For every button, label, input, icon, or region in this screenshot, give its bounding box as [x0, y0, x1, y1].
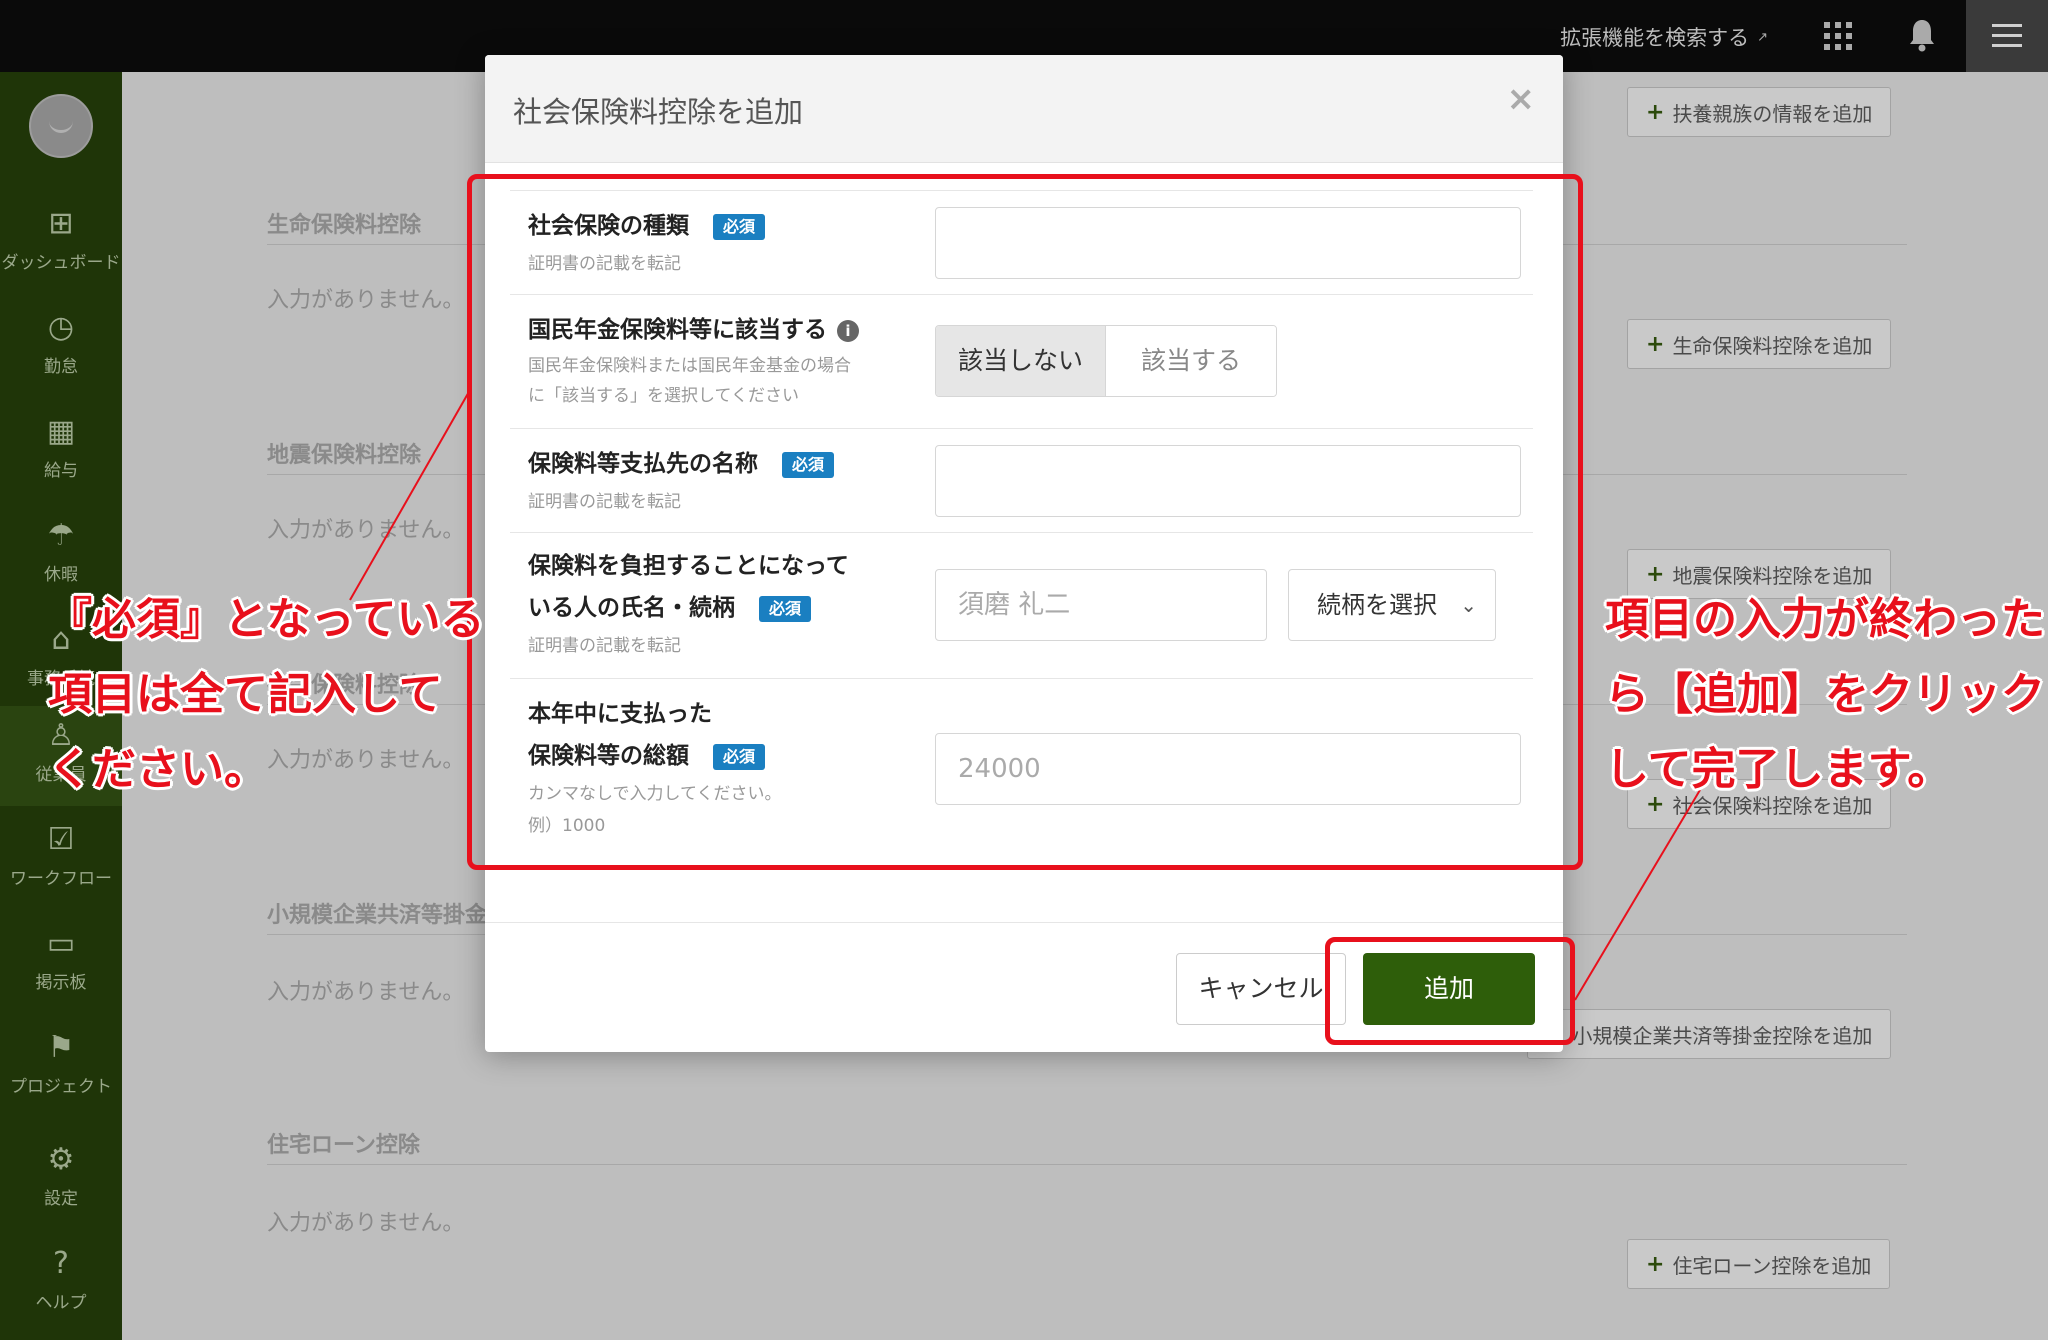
flag-icon: ⚑: [47, 1030, 75, 1065]
annotation-line: 項目は全て記入して: [48, 669, 443, 720]
modal-header: 社会保険料控除を追加 ×: [485, 55, 1563, 163]
apps-grid-icon[interactable]: [1824, 22, 1852, 50]
annotation-line: ら【追加】をクリック: [1605, 669, 2045, 720]
annotation-left: 『必須』となっている 項目は全て記入して ください。: [48, 582, 484, 807]
section-title: 地震保険料控除: [267, 443, 422, 468]
annotation-line: 『必須』となっている: [48, 594, 485, 645]
add-button-highlight-box: [1325, 937, 1575, 1045]
help-icon: ?: [53, 1246, 69, 1281]
sidebar-item-label: 掲示板: [35, 973, 87, 993]
modal-title: 社会保険料控除を追加: [513, 95, 804, 129]
sidebar-item-label: 給与: [44, 461, 78, 481]
sidebar-item-dashboard[interactable]: ⊞ ダッシュボード: [0, 194, 122, 294]
umbrella-icon: ☂: [47, 518, 75, 553]
sidebar-item-label: ワークフロー: [10, 869, 112, 889]
plus-icon: +: [1646, 331, 1665, 357]
sidebar-item-payroll[interactable]: ▦ 給与: [0, 402, 122, 502]
add-housing-loan-button[interactable]: + 住宅ローン控除を追加: [1627, 1239, 1891, 1289]
form-highlight-box: [467, 174, 1583, 870]
dashboard-icon: ⊞: [48, 206, 74, 241]
annotation-right: 項目の入力が終わった ら【追加】をクリック して完了します。: [1605, 582, 2045, 807]
empty-text: 入力がありません。: [267, 518, 465, 543]
sidebar-item-settings[interactable]: ⚙ 設定: [0, 1130, 122, 1230]
plus-icon: +: [1646, 99, 1665, 125]
bell-icon[interactable]: [1908, 18, 1936, 52]
add-button-label: 生命保険料控除を追加: [1672, 333, 1873, 358]
empty-text: 入力がありません。: [267, 1211, 465, 1236]
annotation-line: して完了します。: [1605, 744, 1952, 795]
empty-text: 入力がありません。: [267, 980, 465, 1005]
calculator-icon: ▦: [46, 414, 76, 449]
extension-search-link[interactable]: 拡張機能を検索する ↗: [1560, 22, 1768, 52]
sidebar-item-label: 勤怠: [44, 357, 78, 377]
add-button-label: 小規模企業共済等掛金控除を追加: [1572, 1023, 1873, 1048]
message-icon: ▭: [46, 926, 76, 961]
plus-icon: +: [1646, 1251, 1665, 1277]
section-title: 住宅ローン控除: [267, 1133, 420, 1158]
annotation-line: 項目の入力が終わった: [1605, 594, 2045, 645]
sidebar-item-attendance[interactable]: ◷ 勤怠: [0, 298, 122, 398]
sidebar-item-label: プロジェクト: [10, 1077, 112, 1097]
sidebar-item-label: ヘルプ: [35, 1293, 87, 1313]
empty-text: 入力がありません。: [267, 288, 465, 313]
extension-search-label: 拡張機能を検索する: [1560, 26, 1750, 50]
hamburger-menu-icon[interactable]: [1966, 0, 2048, 72]
sidebar-item-workflow[interactable]: ☑ ワークフロー: [0, 810, 122, 910]
close-icon[interactable]: ×: [1507, 79, 1536, 119]
sidebar-item-label: ダッシュボード: [1, 253, 121, 273]
annotation-line: ください。: [48, 744, 268, 795]
sidebar-item-board[interactable]: ▭ 掲示板: [0, 914, 122, 1014]
add-small-business-button[interactable]: + 小規模企業共済等掛金控除を追加: [1527, 1009, 1892, 1059]
checklist-icon: ☑: [47, 822, 75, 857]
avatar[interactable]: [29, 94, 93, 158]
cancel-button[interactable]: キャンセル: [1176, 953, 1346, 1025]
gear-icon: ⚙: [47, 1142, 75, 1177]
add-life-insurance-button[interactable]: + 生命保険料控除を追加: [1627, 319, 1892, 369]
section-title: 生命保険料控除: [267, 213, 422, 238]
section-divider: [267, 1164, 1907, 1165]
add-dependent-label: 扶養親族の情報を追加: [1672, 101, 1873, 126]
add-dependent-button[interactable]: + 扶養親族の情報を追加: [1627, 87, 1892, 137]
clock-icon: ◷: [47, 310, 75, 345]
sidebar-item-help[interactable]: ? ヘルプ: [0, 1234, 122, 1334]
external-link-icon: ↗: [1757, 29, 1768, 45]
sidebar-item-project[interactable]: ⚑ プロジェクト: [0, 1018, 122, 1118]
add-button-label: 住宅ローン控除を追加: [1672, 1253, 1872, 1278]
sidebar-item-label: 設定: [44, 1189, 78, 1209]
